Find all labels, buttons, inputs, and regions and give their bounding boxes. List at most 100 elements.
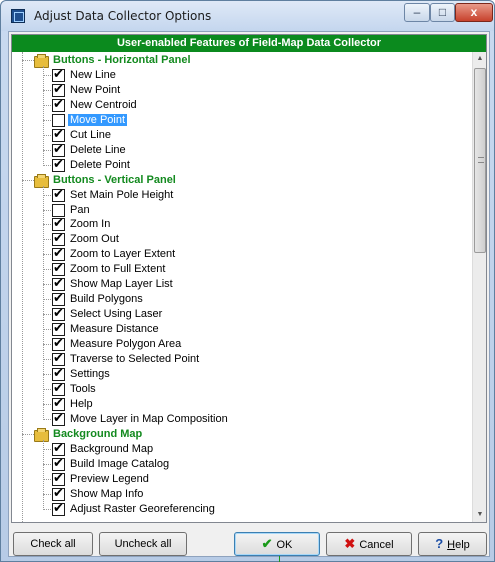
tree-group-row[interactable]: Background Map [12, 427, 472, 442]
tree-connector [43, 403, 51, 405]
feature-checkbox[interactable] [52, 216, 65, 232]
tree-connector [22, 433, 34, 435]
feature-tree-panel: User-enabled Features of Field-Map Data … [11, 34, 487, 523]
tree-item-row[interactable]: Pan [12, 203, 472, 218]
tree-connector [43, 254, 51, 256]
maximize-button[interactable]: □ [430, 3, 455, 22]
feature-checkbox[interactable] [52, 67, 65, 82]
tree-connector [43, 344, 51, 346]
tree-item-row[interactable]: Show Map Layer List [12, 276, 472, 292]
vertical-scrollbar[interactable]: ▲ ▼ [472, 52, 486, 522]
tree-item-row[interactable]: Tools [12, 381, 472, 397]
feature-label: Settings [70, 367, 110, 380]
feature-checkbox[interactable] [52, 366, 65, 381]
tree-item-row[interactable]: Settings [12, 366, 472, 382]
feature-checkbox[interactable] [52, 306, 65, 322]
tree-item-row[interactable]: New Centroid [12, 97, 472, 113]
tree-item-row[interactable]: Cut Line [12, 127, 472, 143]
feature-checkbox[interactable] [52, 501, 65, 516]
feature-checkbox[interactable] [52, 486, 65, 501]
tree-item-row[interactable]: Traverse to Selected Point [12, 351, 472, 367]
tree-item-row[interactable]: Move Layer in Map Composition [12, 411, 472, 427]
feature-checkbox[interactable] [52, 231, 65, 247]
feature-label: Move Point [68, 113, 128, 126]
tree-item-row[interactable]: Measure Polygon Area [12, 336, 472, 352]
feature-checkbox[interactable] [52, 411, 65, 426]
tree-connector [43, 269, 51, 271]
dialog-client-area: User-enabled Features of Field-Map Data … [8, 31, 490, 562]
tree-item-row[interactable]: Show Map Info [12, 486, 472, 502]
tree-connector [43, 119, 51, 121]
tree-item-row[interactable]: Zoom to Layer Extent [12, 246, 472, 262]
tree-item-row[interactable]: Zoom to Full Extent [12, 261, 472, 277]
scroll-up-arrow-icon[interactable]: ▲ [473, 52, 486, 66]
feature-checkbox[interactable] [52, 471, 65, 486]
feature-label: Measure Distance [70, 323, 159, 336]
tree-group-row[interactable]: Buttons - Horizontal Panel [12, 53, 472, 68]
tree-connector [43, 508, 51, 510]
tree-item-row[interactable]: Zoom In [12, 216, 472, 232]
app-icon [11, 9, 25, 23]
tree-item-row[interactable]: Adjust Raster Georeferencing [12, 501, 472, 517]
feature-checkbox[interactable] [52, 97, 65, 112]
feature-checkbox[interactable] [52, 276, 65, 292]
tree-item-row[interactable]: Move Point [12, 113, 472, 128]
tree-connector [43, 89, 51, 91]
tree-group-row[interactable]: Buttons - Vertical Panel [12, 173, 472, 188]
feature-label: Background Map [70, 442, 154, 455]
ok-label: OK [276, 539, 293, 551]
tree-group-label: Background Map [53, 427, 143, 440]
check-all-button[interactable]: Check all [13, 532, 93, 556]
check-all-label: Check all [30, 538, 76, 550]
ok-button[interactable]: ✔ OK [234, 532, 320, 556]
tree-item-row[interactable]: Background Map [12, 441, 472, 457]
tree-item-row[interactable]: Preview Legend [12, 471, 472, 487]
feature-label: Delete Line [70, 143, 126, 156]
feature-checkbox[interactable] [52, 336, 65, 352]
feature-checkbox[interactable] [52, 396, 65, 411]
feature-checkbox[interactable] [52, 291, 65, 307]
tree-item-row[interactable]: Zoom Out [12, 231, 472, 247]
feature-checkbox[interactable] [52, 187, 65, 202]
tree-item-row[interactable]: Measure Distance [12, 321, 472, 337]
uncheck-all-button[interactable]: Uncheck all [99, 532, 187, 556]
feature-tree[interactable]: Buttons - Horizontal Panel New Line New Po… [12, 52, 472, 522]
feature-checkbox[interactable] [52, 157, 65, 172]
feature-checkbox[interactable] [52, 203, 65, 217]
tree-connector [43, 493, 51, 495]
feature-checkbox[interactable] [52, 381, 65, 396]
tree-item-row[interactable]: New Line [12, 67, 472, 83]
tree-connector [43, 314, 51, 316]
feature-checkbox[interactable] [52, 261, 65, 277]
feature-checkbox[interactable] [52, 321, 65, 337]
feature-label: Build Image Catalog [70, 457, 170, 470]
tree-item-row[interactable]: Help [12, 396, 472, 412]
tree-item-row[interactable]: Build Polygons [12, 291, 472, 307]
tree-item-row[interactable]: Delete Line [12, 142, 472, 158]
tree-item-row[interactable]: Build Image Catalog [12, 456, 472, 472]
feature-checkbox[interactable] [52, 441, 65, 456]
help-button[interactable]: ? Help [418, 532, 487, 556]
tree-item-row[interactable]: Select Using Laser [12, 306, 472, 322]
feature-checkbox[interactable] [52, 351, 65, 366]
feature-label: Zoom to Full Extent [70, 263, 166, 276]
title-bar[interactable]: Adjust Data Collector Options – □ x [1, 1, 494, 31]
tree-item-row[interactable]: Set Main Pole Height [12, 187, 472, 203]
scroll-down-arrow-icon[interactable]: ▼ [473, 508, 486, 522]
close-button[interactable]: x [455, 3, 493, 22]
cancel-button[interactable]: ✖ Cancel [326, 532, 412, 556]
feature-label: Zoom Out [70, 233, 119, 246]
tree-connector [43, 359, 51, 360]
feature-checkbox[interactable] [52, 142, 65, 157]
tree-connector [43, 448, 51, 450]
feature-checkbox[interactable] [52, 113, 65, 127]
scroll-thumb[interactable] [474, 68, 486, 253]
feature-label: Build Polygons [70, 293, 143, 306]
minimize-button[interactable]: – [404, 3, 430, 22]
tree-item-row[interactable]: New Point [12, 82, 472, 98]
feature-checkbox[interactable] [52, 456, 65, 471]
tree-item-row[interactable]: Delete Point [12, 157, 472, 173]
feature-checkbox[interactable] [52, 127, 65, 142]
feature-checkbox[interactable] [52, 246, 65, 262]
feature-checkbox[interactable] [52, 82, 65, 97]
